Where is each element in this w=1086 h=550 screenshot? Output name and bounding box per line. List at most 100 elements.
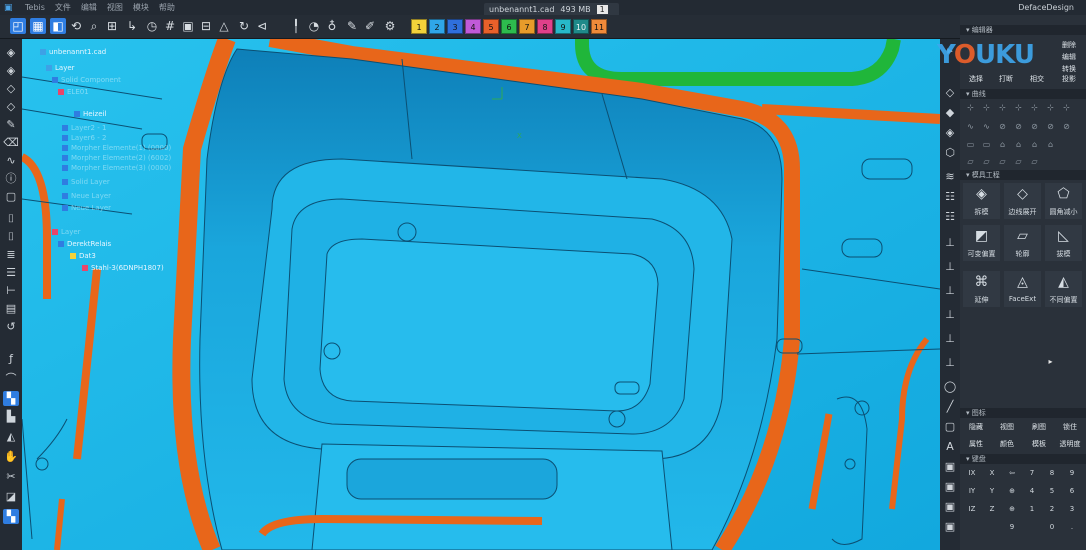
tree-node[interactable]: Layer [52,228,81,236]
tree-node[interactable]: Dat3 [70,252,96,260]
tree-node[interactable]: Stahl-3(6DNPH1807) [82,264,164,272]
rotate-view-icon[interactable]: ⟲ [68,18,84,34]
curve-tool-icon[interactable]: ⊹ [996,102,1009,113]
mold-tool-profile[interactable]: ▱ 轮廓 [1004,225,1041,261]
select-button[interactable]: 选择 [962,73,990,85]
keypad-key[interactable]: 6 [1064,486,1080,497]
tree-node[interactable]: Morpher Elemente(1) (0000) [62,144,171,152]
triangle-icon[interactable]: △ [216,18,232,34]
mold-tool-diff-offset[interactable]: ◭ 不同偏置 [1045,271,1082,307]
cube2-icon[interactable]: ▣ [942,479,958,494]
layer-button-11[interactable]: 11 [591,19,607,34]
view-top-icon[interactable]: ◇ [942,85,958,100]
text-icon[interactable]: A [942,439,958,454]
surface-icon[interactable]: ⌂ [996,139,1009,150]
layer-button-3[interactable]: 3 [447,19,463,34]
zoom-icon[interactable]: ⌕ [86,18,102,34]
rect-icon[interactable]: ▢ [942,419,958,434]
spline-icon[interactable]: ⊘ [1044,121,1057,132]
mold-tool-extend[interactable]: ⌘ 延伸 [963,271,1000,307]
function-icon[interactable]: ƒ [3,351,19,366]
offset-icon[interactable]: ▱ [980,156,993,167]
spline-icon[interactable]: ∿ [964,121,977,132]
keypad-key[interactable]: . [1064,522,1080,533]
curve-tool-icon[interactable]: ⊹ [1060,102,1073,113]
mold-tool-draft[interactable]: ◺ 拔模 [1045,225,1082,261]
mold-tool-variable-offset[interactable]: ◩ 可变偏置 [963,225,1000,261]
rotate-tool-icon[interactable]: ↺ [3,319,19,334]
pan-icon[interactable]: ↳ [124,18,140,34]
lock-button[interactable]: 锁住 [1056,421,1084,433]
template-button[interactable]: 模板 [1024,438,1054,450]
file-tab[interactable]: unbenannt1.cad 493 MB 1 [484,3,619,15]
keypad-key[interactable]: 0 [1044,522,1060,533]
layer-button-8[interactable]: 8 [537,19,553,34]
mold-tool-fillet[interactable]: ⬠ 圆角减小 [1045,183,1082,219]
surface-icon[interactable]: ⌂ [1012,139,1025,150]
fill-tool-icon[interactable]: ◪ [3,489,19,504]
select-tool-icon[interactable]: ▚ [3,509,19,524]
section-header-layers[interactable]: ▾ 图标 [960,408,1086,418]
keypad-key[interactable]: 9 [1004,522,1020,533]
menu-edit[interactable]: 编辑 [76,2,102,13]
tree-node[interactable]: Solid Component [52,76,121,84]
keypad-key[interactable]: 8 [1044,468,1060,479]
tree-node[interactable]: Neue Layer [62,204,111,212]
keypad-key[interactable]: 1 [1024,504,1040,515]
cube-icon[interactable]: ▣ [942,459,958,474]
view-front-icon[interactable]: ◆ [942,105,958,120]
intersect-button[interactable]: 相交 [1022,73,1052,85]
menu-file[interactable]: 文件 [50,2,76,13]
curve-tool-icon[interactable]: ⊹ [1012,102,1025,113]
tree-node[interactable]: Neue Layer [62,192,111,200]
menu-module[interactable]: 模块 [128,2,154,13]
offset-icon[interactable]: ▱ [964,156,977,167]
box-tool-icon[interactable]: ▤ [3,301,19,316]
keypad-key[interactable]: 9 [1064,468,1080,479]
3d-viewport[interactable]: X [22,39,940,550]
tree-node[interactable]: Solid Layer [62,178,110,186]
surface-icon[interactable]: ⌂ [1028,139,1041,150]
layer-stack2-icon[interactable]: ☷ [942,209,958,224]
stack-icon[interactable]: ☰ [3,265,19,280]
section-icon[interactable]: ⊟ [198,18,214,34]
zoom-window-icon[interactable]: ⊞ [104,18,120,34]
hand-tool-icon[interactable]: ✋ [3,449,19,464]
keypad-key[interactable]: IX [964,468,980,479]
mold-tool-split[interactable]: ◈ 拆模 [963,183,1000,219]
cube4-icon[interactable]: ▣ [942,519,958,534]
layer-button-4[interactable]: 4 [465,19,481,34]
keypad-key[interactable]: 2 [1044,504,1060,515]
properties-button[interactable]: 属性 [962,438,990,450]
view-cube-icon[interactable]: ▦ [30,18,46,34]
dimension3-icon[interactable]: ⊥ [942,283,958,298]
break-button[interactable]: 打断 [992,73,1020,85]
cylinder2-icon[interactable]: ⌷ [3,229,19,244]
mold-tool-edge-unfold[interactable]: ◇ 边线展开 [1004,183,1041,219]
eraser-icon[interactable]: ⌫ [3,135,19,150]
view-3d-icon[interactable]: ⬡ [942,145,958,160]
keypad-key[interactable]: 7 [1024,468,1040,479]
keypad-key[interactable]: Z [984,504,1000,515]
keypad-key[interactable]: ⊕ [1004,486,1020,497]
keypad-key[interactable]: ⇦ [1004,468,1020,479]
keypad-key[interactable]: IY [964,486,980,497]
offset-icon[interactable]: ▱ [1012,156,1025,167]
pen-icon[interactable]: ✎ [344,18,360,34]
layer-stack-icon[interactable]: ☷ [942,189,958,204]
curve-tool-icon[interactable]: ⊹ [980,102,993,113]
section-header-curve[interactable]: ▾ 曲线 [960,89,1086,99]
layers-tool-icon[interactable]: ≣ [3,247,19,262]
mold-tool-face-ext[interactable]: ◬ FaceExt [1004,271,1041,307]
tree-tool-icon[interactable]: ⊢ [3,283,19,298]
spline-icon[interactable]: ⊘ [1012,121,1025,132]
surface-icon[interactable]: ▭ [964,139,977,150]
keypad-key[interactable] [1024,522,1040,533]
trim-tool-icon[interactable]: ✂ [3,469,19,484]
tree-node[interactable]: Layer2 - 1 [62,124,106,132]
solid-shape-icon[interactable]: ◇ [3,81,19,96]
brush-icon[interactable]: ✐ [362,18,378,34]
arc-icon[interactable]: ⌒ [3,371,19,386]
keypad-key[interactable]: IZ [964,504,980,515]
transparency-button[interactable]: 透明度 [1056,438,1084,450]
